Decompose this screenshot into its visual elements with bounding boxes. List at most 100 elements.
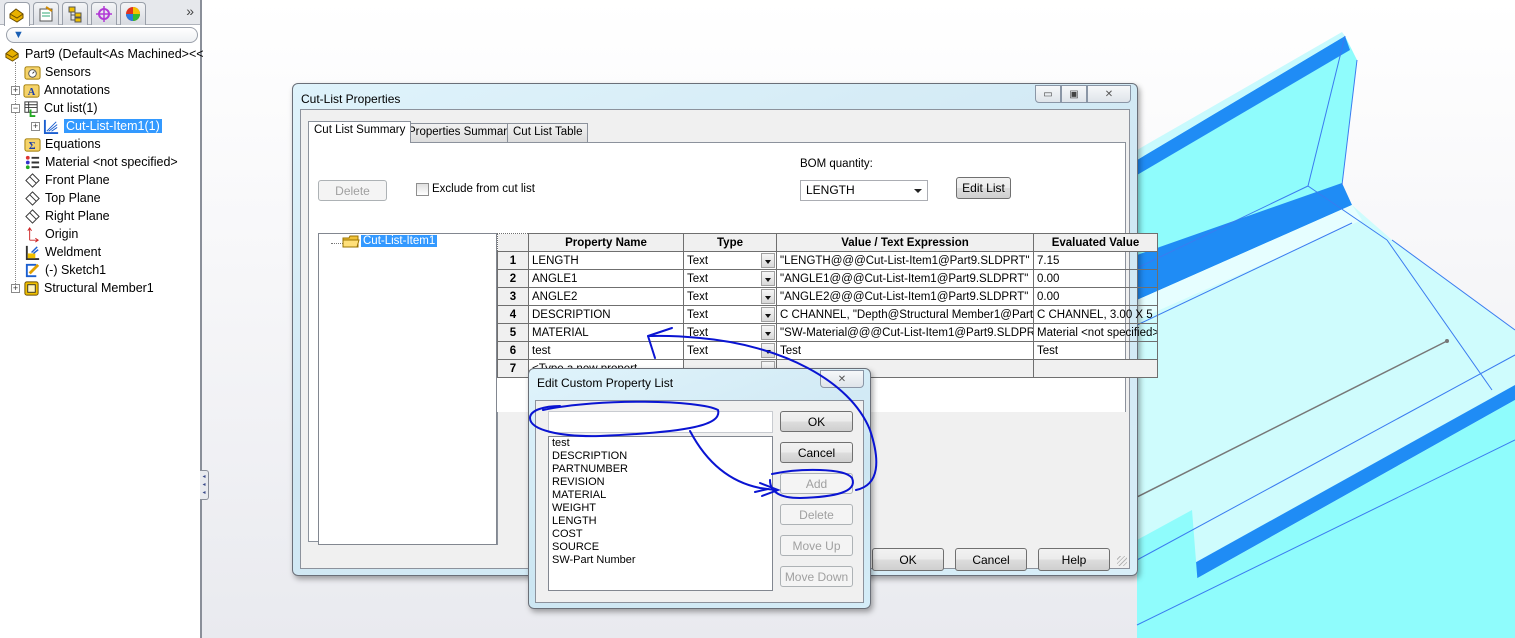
tree-item-label: Cut-List-Item1(1) (64, 119, 162, 133)
edit-list-button[interactable]: Edit List (956, 177, 1011, 199)
type-cell[interactable]: Text (683, 269, 777, 288)
cut-list-item-node[interactable]: Cut-List-Item1 (361, 235, 438, 247)
tree-item-right-plane[interactable]: Right Plane (24, 207, 110, 225)
row-number[interactable]: 2 (497, 269, 529, 288)
expand-button[interactable]: + (11, 85, 20, 95)
minimize-button[interactable]: ▭ (1035, 85, 1061, 103)
tab-display-manager[interactable] (120, 2, 146, 25)
tree-item-label: Top Plane (45, 191, 101, 205)
value-cell[interactable]: "SW-Material@@@Cut-List-Item1@Part9.SLDP… (776, 323, 1034, 342)
restore-button[interactable]: ▣ (1061, 85, 1087, 103)
property-name-cell[interactable]: MATERIAL (528, 323, 684, 342)
type-cell[interactable]: Text (683, 251, 777, 270)
row-number[interactable]: 4 (497, 305, 529, 324)
exclude-from-cut-list-checkbox[interactable] (416, 183, 429, 196)
ok-button[interactable]: OK (780, 411, 853, 432)
row-number[interactable]: 6 (497, 341, 529, 360)
move-down-button[interactable]: Move Down (780, 566, 853, 587)
tree-item-annotations[interactable]: + A Annotations (11, 81, 110, 99)
tree-item-cut-list[interactable]: − Cut list(1) (11, 99, 97, 117)
type-cell[interactable]: Text (683, 305, 777, 324)
dropdown-arrow-icon[interactable] (761, 325, 775, 340)
property-name-cell[interactable]: ANGLE1 (528, 269, 684, 288)
value-cell[interactable]: Test (776, 341, 1034, 360)
tree-item-equations[interactable]: Σ Equations (24, 135, 101, 153)
type-cell[interactable]: Text (683, 323, 777, 342)
list-item[interactable]: LENGTH (552, 515, 772, 528)
more-tabs-button[interactable]: » (186, 3, 194, 19)
property-name-cell[interactable]: test (528, 341, 684, 360)
type-cell[interactable]: Text (683, 341, 777, 360)
new-property-input[interactable] (548, 411, 773, 433)
close-button[interactable]: ✕ (820, 370, 864, 388)
tab-dimxpert-manager[interactable] (91, 2, 117, 25)
list-item[interactable]: REVISION (552, 476, 772, 489)
delete-button[interactable]: Delete (318, 180, 387, 201)
collapse-button[interactable]: − (11, 103, 20, 113)
list-item[interactable]: PARTNUMBER (552, 463, 772, 476)
move-up-button[interactable]: Move Up (780, 535, 853, 556)
tab-feature-manager[interactable] (4, 2, 30, 26)
tree-item-cut-list-item[interactable]: + Cut-List-Item1(1) (31, 117, 162, 135)
close-button[interactable]: ✕ (1087, 85, 1131, 103)
tab-cut-list-table[interactable]: Cut List Table (507, 123, 589, 142)
column-header-evaluated-value[interactable]: Evaluated Value (1033, 233, 1158, 252)
ok-button[interactable]: OK (872, 548, 944, 571)
tab-cut-list-summary[interactable]: Cut List Summary (308, 121, 412, 143)
tree-root-part[interactable]: Part9 (Default<As Machined><< (4, 45, 204, 63)
property-name-cell[interactable]: DESCRIPTION (528, 305, 684, 324)
expand-button[interactable]: + (31, 121, 40, 131)
type-cell[interactable]: Text (683, 287, 777, 306)
column-header-value[interactable]: Value / Text Expression (776, 233, 1034, 252)
list-item[interactable]: DESCRIPTION (552, 450, 772, 463)
row-number[interactable]: 7 (497, 359, 529, 378)
tree-filter-input[interactable]: ▼ (6, 27, 198, 43)
row-number[interactable]: 1 (497, 251, 529, 270)
row-number[interactable]: 5 (497, 323, 529, 342)
tree-item-structural-member[interactable]: + Structural Member1 (11, 279, 154, 297)
value-cell[interactable]: "ANGLE2@@@Cut-List-Item1@Part9.SLDPRT" (776, 287, 1034, 306)
list-item[interactable]: WEIGHT (552, 502, 772, 515)
dropdown-arrow-icon[interactable] (761, 271, 775, 286)
tree-item-sensors[interactable]: Sensors (24, 63, 91, 81)
value-cell[interactable]: "LENGTH@@@Cut-List-Item1@Part9.SLDPRT" (776, 251, 1034, 270)
grid-corner-cell[interactable] (497, 233, 529, 252)
row-number[interactable]: 3 (497, 287, 529, 306)
tree-item-front-plane[interactable]: Front Plane (24, 171, 110, 189)
tab-properties-summary[interactable]: Properties Summary (402, 123, 519, 142)
type-value: Text (687, 344, 709, 357)
column-header-type[interactable]: Type (683, 233, 777, 252)
custom-property-list[interactable]: test DESCRIPTION PARTNUMBER REVISION MAT… (548, 436, 773, 591)
tree-item-weldment[interactable]: Weldment (24, 243, 101, 261)
list-item[interactable]: test (552, 437, 772, 450)
add-button[interactable]: Add (780, 473, 853, 494)
tree-item-material[interactable]: Material <not specified> (24, 153, 178, 171)
value-cell[interactable]: C CHANNEL, "Depth@Structural Member1@Par… (776, 305, 1034, 324)
list-item[interactable]: COST (552, 528, 772, 541)
value-cell[interactable]: "ANGLE1@@@Cut-List-Item1@Part9.SLDPRT" (776, 269, 1034, 288)
caption-buttons: ▭ ▣ ✕ (1035, 85, 1131, 103)
tree-item-sketch[interactable]: (-) Sketch1 (24, 261, 106, 279)
column-header-property-name[interactable]: Property Name (528, 233, 684, 252)
dropdown-arrow-icon[interactable] (761, 253, 775, 268)
panel-collapse-handle[interactable]: ◂ ◂ ◂ (200, 470, 209, 500)
expand-button[interactable]: + (11, 283, 20, 293)
resize-grip[interactable] (1117, 556, 1127, 566)
list-item[interactable]: MATERIAL (552, 489, 772, 502)
delete-button[interactable]: Delete (780, 504, 853, 525)
property-name-cell[interactable]: ANGLE2 (528, 287, 684, 306)
dropdown-arrow-icon[interactable] (761, 289, 775, 304)
cancel-button[interactable]: Cancel (780, 442, 853, 463)
list-item[interactable]: SW-Part Number (552, 554, 772, 567)
property-name-cell[interactable]: LENGTH (528, 251, 684, 270)
tab-property-manager[interactable] (33, 2, 59, 25)
dropdown-arrow-icon[interactable] (761, 343, 775, 358)
tree-item-top-plane[interactable]: Top Plane (24, 189, 101, 207)
dropdown-arrow-icon[interactable] (761, 307, 775, 322)
tab-configuration-manager[interactable] (62, 2, 88, 25)
cancel-button[interactable]: Cancel (955, 548, 1027, 571)
bom-quantity-dropdown[interactable]: LENGTH (800, 180, 928, 201)
list-item[interactable]: SOURCE (552, 541, 772, 554)
tree-item-origin[interactable]: Origin (24, 225, 78, 243)
help-button[interactable]: Help (1038, 548, 1110, 571)
